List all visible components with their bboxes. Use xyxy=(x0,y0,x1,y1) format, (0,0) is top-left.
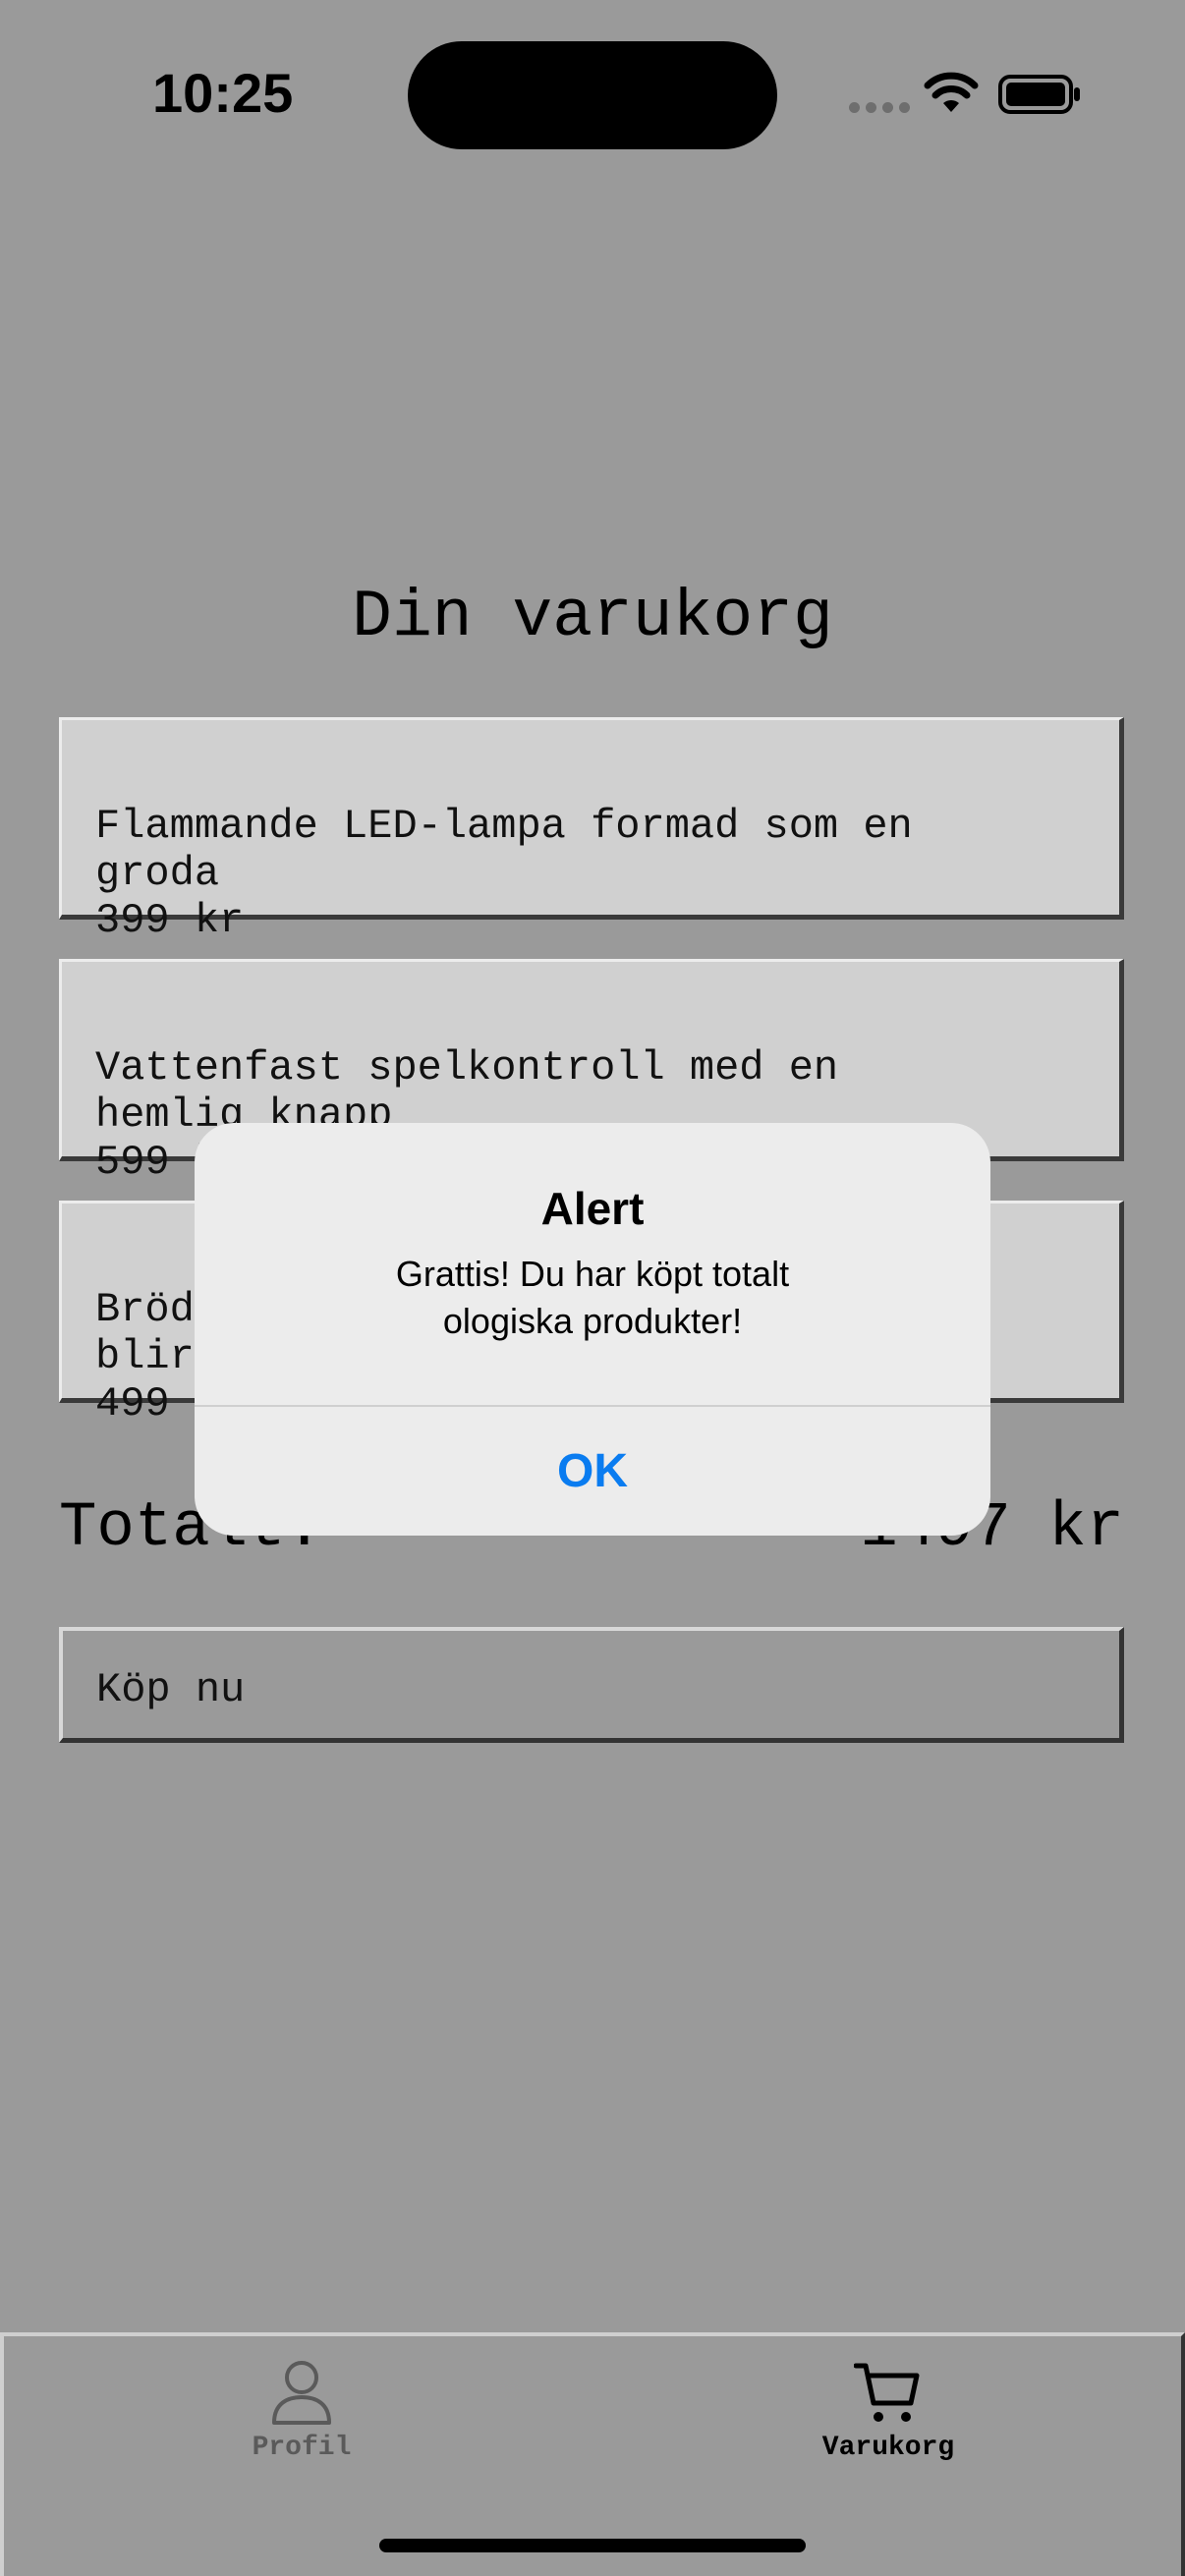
alert-message: Grattis! Du har köpt totalt ologiska pro… xyxy=(395,1254,790,1341)
cart-item-price: 399 kr xyxy=(95,897,245,944)
tab-profile-label: Profil xyxy=(252,2433,352,2463)
page-title: Din varukorg xyxy=(352,580,833,655)
tab-cart[interactable]: Varukorg xyxy=(741,2360,1036,2463)
status-time: 10:25 xyxy=(152,62,294,124)
person-icon xyxy=(272,2361,331,2425)
alert-dialog: Alert Grattis! Du har köpt totalt ologis… xyxy=(195,1123,990,1536)
cart-item-name: Flammande LED-lampa formad som en groda xyxy=(95,803,913,897)
cart-icon xyxy=(854,2363,920,2422)
cart-item[interactable]: Flammande LED-lampa formad som en groda … xyxy=(59,717,1124,944)
cellular-signal-icon xyxy=(849,102,910,114)
tab-cart-label: Varukorg xyxy=(821,2433,955,2463)
wifi-icon xyxy=(924,72,979,112)
alert-ok-button[interactable]: OK xyxy=(195,1407,990,1536)
battery-icon xyxy=(998,75,1080,114)
home-indicator xyxy=(379,2539,806,2552)
alert-title: Alert xyxy=(540,1183,645,1234)
dynamic-island xyxy=(408,41,777,149)
buy-now-button[interactable]: Köp nu xyxy=(59,1627,1124,1743)
tab-profile[interactable]: Profil xyxy=(154,2360,449,2463)
